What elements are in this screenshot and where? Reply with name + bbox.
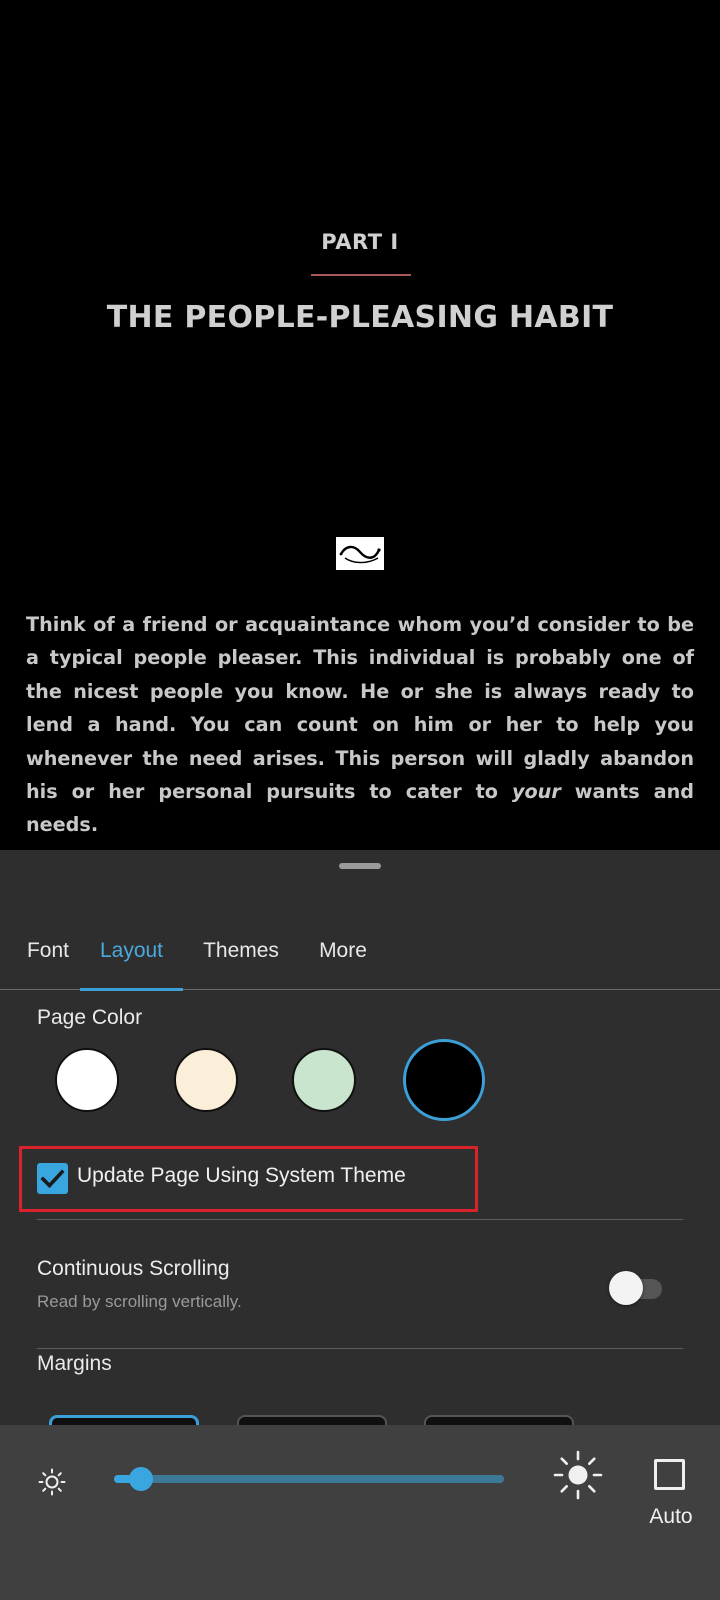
tab-font[interactable]: Font xyxy=(8,920,88,990)
auto-brightness-label[interactable]: Auto xyxy=(640,1505,702,1529)
margins-label: Margins xyxy=(37,1352,112,1375)
brightness-bar: Auto xyxy=(0,1425,720,1600)
brightness-slider[interactable] xyxy=(114,1465,504,1493)
drag-handle[interactable] xyxy=(339,863,381,869)
flourish-ornament-icon xyxy=(336,537,384,570)
divider xyxy=(37,1219,683,1220)
page-color-sepia[interactable] xyxy=(174,1048,238,1112)
paragraph-text: Think of a friend or acquaintance whom y… xyxy=(26,613,694,804)
continuous-scrolling-subtitle: Read by scrolling vertically. xyxy=(37,1292,242,1311)
chapter-title: THE PEOPLE-PLEASING HABIT xyxy=(106,300,614,335)
part-divider xyxy=(311,274,411,276)
book-page[interactable]: PART I THE PEOPLE-PLEASING HABIT Think o… xyxy=(0,0,720,850)
slider-track xyxy=(114,1475,504,1483)
tab-more[interactable]: More xyxy=(307,920,379,990)
brightness-low-icon xyxy=(38,1468,66,1496)
settings-tabs: Font Layout Themes More xyxy=(0,920,720,991)
emphasis-text: your xyxy=(511,780,561,804)
paragraph: Think of a friend or acquaintance whom y… xyxy=(26,608,694,842)
checkmark-icon xyxy=(40,1169,65,1189)
toggle-thumb xyxy=(609,1271,643,1305)
auto-brightness-checkbox[interactable] xyxy=(654,1459,685,1490)
brightness-high-icon xyxy=(553,1450,603,1500)
slider-thumb[interactable] xyxy=(129,1467,153,1491)
page-color-white[interactable] xyxy=(55,1048,119,1112)
book-body-text: Think of a friend or acquaintance whom y… xyxy=(26,608,694,850)
part-label: PART I xyxy=(321,230,399,254)
margin-option-narrow[interactable] xyxy=(49,1415,199,1425)
page-color-green[interactable] xyxy=(292,1048,356,1112)
system-theme-checkbox[interactable] xyxy=(37,1163,68,1194)
tab-layout[interactable]: Layout xyxy=(80,920,183,991)
page-color-label: Page Color xyxy=(37,1006,143,1029)
reading-settings-sheet: Font Layout Themes More Page Color Updat… xyxy=(0,850,720,1425)
margin-option-medium[interactable] xyxy=(237,1415,387,1425)
continuous-scrolling-title: Continuous Scrolling xyxy=(37,1257,230,1280)
paragraph: Does this behavior sound disturbingly fa… xyxy=(26,842,694,850)
margin-option-wide[interactable] xyxy=(424,1415,574,1425)
divider xyxy=(37,1348,683,1349)
tab-themes[interactable]: Themes xyxy=(191,920,291,990)
system-theme-label[interactable]: Update Page Using System Theme xyxy=(77,1164,406,1188)
page-color-black[interactable] xyxy=(403,1039,485,1121)
continuous-scrolling-toggle[interactable] xyxy=(606,1270,664,1305)
